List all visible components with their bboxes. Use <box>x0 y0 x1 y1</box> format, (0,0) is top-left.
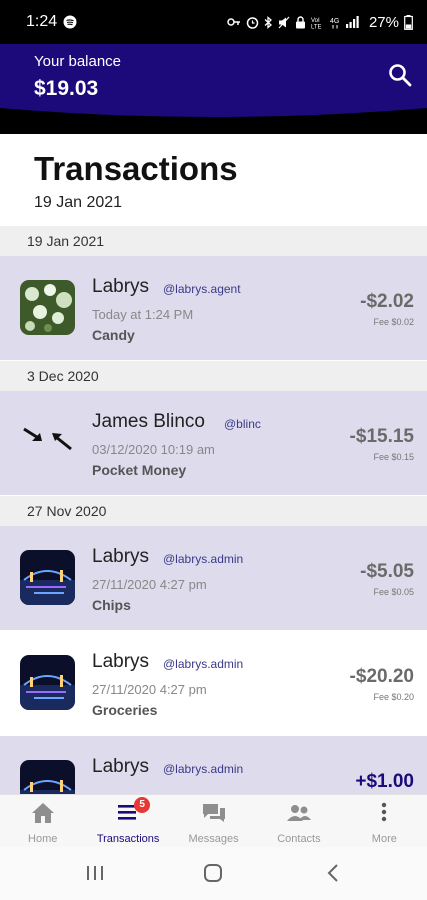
signal-icon <box>345 16 359 28</box>
nav-messages[interactable]: Messages <box>171 795 256 847</box>
mute-icon <box>278 16 290 28</box>
bottom-navigation: Home 5 Transactions Messages Contacts Mo… <box>0 794 427 847</box>
section-date-header: 19 Jan 2021 <box>0 226 427 256</box>
section-date-header: 3 Dec 2020 <box>0 361 427 391</box>
transaction-fee: Fee $0.15 <box>373 452 414 462</box>
transaction-time: Today at 1:24 PM <box>92 307 194 322</box>
data-4g-icon: 4G <box>330 18 339 28</box>
transaction-fee: Fee $0.05 <box>373 587 414 597</box>
transaction-name: Labrys <box>92 651 150 672</box>
transaction-row[interactable]: Labrys @labrys.admin 27/11/2020 4:27 pm … <box>0 526 427 630</box>
recent-apps-icon[interactable] <box>80 861 110 885</box>
contacts-icon <box>286 805 311 821</box>
transaction-time: 03/12/2020 10:19 am <box>92 442 215 457</box>
battery-icon <box>404 14 413 30</box>
transaction-handle: @labrys.admin <box>163 552 244 566</box>
back-icon[interactable] <box>318 861 348 885</box>
nav-label: Transactions <box>96 833 160 845</box>
transaction-amount: -$15.15 <box>349 426 414 447</box>
transaction-row[interactable]: Labrys @labrys.admin +$1.00 <box>0 736 427 794</box>
transaction-amount: -$2.02 <box>360 291 414 312</box>
transaction-description: Pocket Money <box>92 462 187 478</box>
bluetooth-icon <box>264 15 272 29</box>
arrows-inward-icon <box>23 427 72 451</box>
nav-transactions[interactable]: 5 Transactions <box>85 795 170 847</box>
key-icon <box>227 18 240 26</box>
more-vertical-icon <box>382 802 387 822</box>
search-icon[interactable] <box>387 62 413 88</box>
system-navigation-bar <box>0 847 427 900</box>
svg-text:VoI: VoI <box>311 18 320 24</box>
transaction-time: 27/11/2020 4:27 pm <box>92 682 207 697</box>
transaction-row[interactable]: Labrys @labrys.agent Today at 1:24 PM Ca… <box>0 256 427 360</box>
nav-label: More <box>371 833 397 845</box>
messages-icon <box>202 804 225 822</box>
home-button-icon[interactable] <box>198 861 228 885</box>
transaction-amount: -$5.05 <box>360 561 414 582</box>
transaction-time: 27/11/2020 4:27 pm <box>92 577 207 592</box>
balance-label: Your balance <box>34 53 122 70</box>
transaction-name: James Blinco <box>92 411 205 432</box>
transaction-handle: @labrys.admin <box>163 657 244 671</box>
transaction-name: Labrys <box>92 276 150 297</box>
transaction-handle: @labrys.admin <box>163 762 244 776</box>
section-date-header: 27 Nov 2020 <box>0 496 427 526</box>
battery-percentage: 27% <box>368 13 399 31</box>
nav-contacts[interactable]: Contacts <box>256 795 341 847</box>
avatar <box>20 550 75 605</box>
transaction-name: Labrys <box>92 546 150 567</box>
spotify-icon <box>63 15 77 29</box>
avatar <box>20 760 75 794</box>
avatar <box>20 655 75 710</box>
status-icons: VoI LTE 4G 27% <box>227 14 413 31</box>
transaction-name: Labrys <box>92 756 150 777</box>
page-date: 19 Jan 2021 <box>34 194 123 211</box>
transaction-row[interactable]: Labrys @labrys.admin 27/11/2020 4:27 pm … <box>0 631 427 735</box>
nav-home[interactable]: Home <box>0 795 85 847</box>
transaction-amount: +$1.00 <box>355 771 414 792</box>
page-title: Transactions <box>34 150 238 187</box>
transactions-screen[interactable]: Transactions 19 Jan 2021 19 Jan 2021 Lab… <box>0 134 427 794</box>
transaction-handle: @labrys.agent <box>163 282 241 296</box>
home-icon <box>31 803 54 823</box>
nav-more[interactable]: More <box>342 795 427 847</box>
transaction-description: Groceries <box>92 702 158 718</box>
avatar <box>20 280 75 335</box>
transaction-handle: @blinc <box>224 417 261 431</box>
transaction-description: Candy <box>92 327 135 343</box>
balance-value: $19.03 <box>34 77 99 100</box>
nav-label: Contacts <box>277 833 321 845</box>
lock-icon <box>295 15 305 28</box>
transaction-description: Chips <box>92 597 131 613</box>
svg-text:4G: 4G <box>330 18 339 25</box>
balance-header: Your balance $19.03 <box>0 44 427 116</box>
nav-label: Home <box>28 833 58 845</box>
transaction-fee: Fee $0.20 <box>373 692 414 702</box>
transaction-fee: Fee $0.02 <box>373 317 414 327</box>
nav-label: Messages <box>188 833 239 845</box>
status-time: 1:24 <box>26 13 58 30</box>
svg-text:LTE: LTE <box>311 24 322 29</box>
volte-icon: VoILTE <box>311 18 322 29</box>
status-bar: 1:24 VoI LTE 4G 27% <box>0 0 427 44</box>
alarm-icon <box>246 16 259 29</box>
notification-badge: 5 <box>134 797 151 813</box>
transaction-amount: -$20.20 <box>349 666 414 687</box>
transaction-row[interactable]: James Blinco @blinc 03/12/2020 10:19 am … <box>0 391 427 495</box>
